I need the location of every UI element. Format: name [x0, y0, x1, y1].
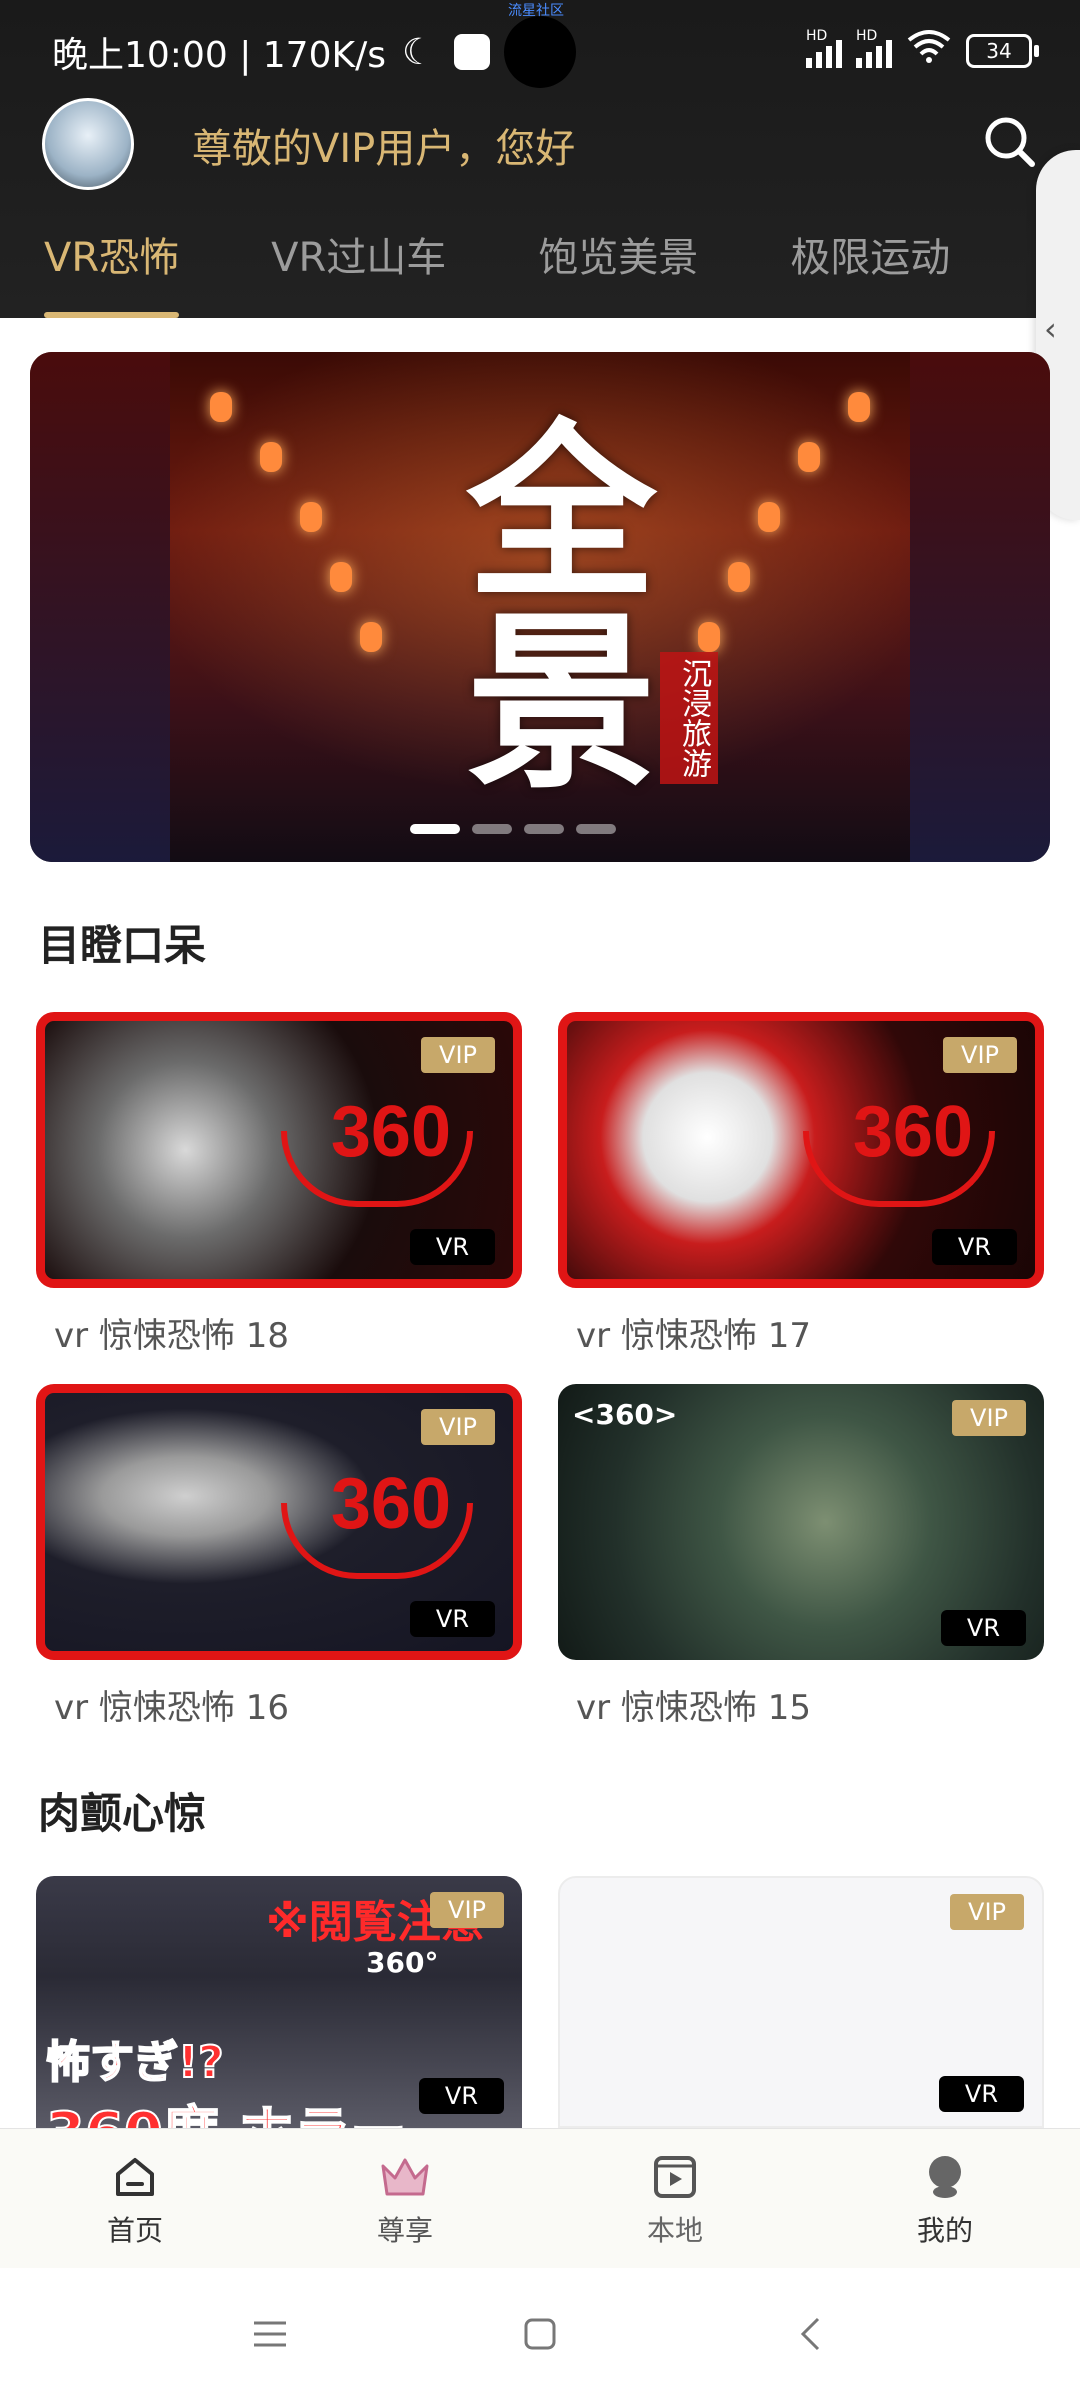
vip-badge: VIP: [952, 1400, 1026, 1436]
banner-title: 全景: [434, 412, 657, 792]
greeting-text: 尊敬的VIP用户，您好: [192, 126, 576, 172]
bottom-navigation: 首页 尊享 本地 我的: [0, 2128, 1080, 2269]
vr-badge: VR: [409, 1601, 495, 1637]
banner-stamp: 沉浸旅游: [660, 652, 718, 784]
nav-label: 首页: [106, 2214, 163, 2247]
lantern-decoration: [798, 442, 820, 472]
section-title: 肉颤心惊: [38, 1789, 207, 1838]
banner-carousel[interactable]: 全景 沉浸旅游: [30, 352, 1050, 862]
menu-icon[interactable]: [240, 2304, 300, 2364]
tab-scenery[interactable]: 饱览美景: [538, 222, 698, 318]
nav-local[interactable]: 本地: [540, 2129, 810, 2269]
thumbnail-text: 360度 ホラー: [45, 2088, 407, 2128]
status-bar: 晚上10:00 | 170K/s ☾ 流星社区 HD HD 34: [0, 0, 1080, 92]
360-label: 360°: [366, 1946, 439, 1979]
category-tabs: VR恐怖 VR过山车 饱览美景 极限运动: [0, 222, 1080, 318]
section-title: 目瞪口呆: [38, 921, 207, 970]
nav-profile[interactable]: 我的: [810, 2129, 1080, 2269]
avatar[interactable]: [42, 98, 134, 190]
video-title[interactable]: vr 惊悚恐怖 17: [576, 1308, 811, 1357]
nav-label: 尊享: [376, 2214, 433, 2247]
lantern-decoration: [758, 502, 780, 532]
lantern-decoration: [698, 622, 720, 652]
vip-badge: VIP: [950, 1894, 1024, 1930]
header-row: 尊敬的VIP用户，您好: [0, 92, 1080, 192]
nav-exclusive[interactable]: 尊享: [270, 2129, 540, 2269]
status-time: 晚上10:00 | 170K/s: [52, 35, 386, 76]
lantern-decoration: [728, 562, 750, 592]
video-title[interactable]: vr 惊悚恐怖 15: [576, 1680, 811, 1729]
video-title[interactable]: vr 惊悚恐怖 16: [54, 1680, 289, 1729]
system-navigation-bar: [0, 2268, 1080, 2400]
carousel-dot[interactable]: [410, 824, 460, 834]
baidu-cloud-icon: [454, 34, 491, 70]
vip-badge: VIP: [430, 1892, 504, 1928]
lantern-decoration: [848, 392, 870, 422]
tab-vr-rollercoaster[interactable]: VR过山车: [271, 222, 446, 318]
tab-extreme-sports[interactable]: 极限运动: [790, 222, 950, 318]
carousel-dot[interactable]: [576, 824, 616, 834]
status-right: HD HD 34: [806, 28, 1039, 73]
battery-icon: 34: [966, 33, 1039, 68]
vr-badge: VR: [418, 2078, 504, 2114]
360-arrow-icon: [281, 1503, 473, 1579]
moon-icon: ☾: [401, 31, 435, 73]
video-card[interactable]: VIP VR: [558, 1876, 1044, 2128]
video-title[interactable]: vr 惊悚恐怖 18: [54, 1308, 289, 1357]
banner-pillar: [30, 352, 170, 862]
carousel-indicator: [410, 824, 616, 834]
vr-badge: VR: [409, 1229, 495, 1265]
nav-label: 本地: [646, 2214, 703, 2247]
vr-badge: VR: [938, 2076, 1024, 2112]
video-card[interactable]: 360 VIP VR: [558, 1012, 1044, 1288]
360-label: <360>: [572, 1398, 678, 1431]
lantern-decoration: [210, 392, 232, 422]
tab-vr-horror[interactable]: VR恐怖: [44, 222, 180, 318]
signal-icon: HD: [856, 28, 892, 68]
lantern-decoration: [360, 622, 382, 652]
wifi-icon: [906, 28, 952, 73]
local-video-icon: [647, 2149, 703, 2205]
vip-badge: VIP: [421, 1037, 495, 1073]
lantern-decoration: [260, 442, 282, 472]
top-header: 晚上10:00 | 170K/s ☾ 流星社区 HD HD 34 尊敬的VIP用…: [0, 0, 1080, 318]
360-arrow-icon: [281, 1131, 473, 1207]
search-icon[interactable]: [980, 112, 1040, 172]
carousel-dot[interactable]: [472, 824, 512, 834]
vr-badge: VR: [940, 1610, 1026, 1646]
nav-label: 我的: [916, 2214, 973, 2247]
chevron-left-icon: ‹: [1044, 310, 1057, 348]
video-card[interactable]: 360 VIP VR: [36, 1012, 522, 1288]
360-arrow-icon: [803, 1131, 995, 1207]
home-icon: [107, 2149, 163, 2205]
home-square-icon[interactable]: [510, 2304, 570, 2364]
lantern-decoration: [330, 562, 352, 592]
community-tag: 流星社区: [508, 3, 564, 19]
camera-cutout: [504, 16, 576, 88]
thumbnail-text: 怖すぎ!?: [45, 2036, 225, 2089]
video-card[interactable]: <360> VIP VR: [558, 1384, 1044, 1660]
lantern-decoration: [300, 502, 322, 532]
video-card[interactable]: 360 VIP VR: [36, 1384, 522, 1660]
banner-pillar: [910, 352, 1050, 862]
vr-badge: VR: [931, 1229, 1017, 1265]
status-left: 晚上10:00 | 170K/s ☾: [52, 26, 547, 78]
signal-icon: HD: [806, 28, 842, 68]
nav-home[interactable]: 首页: [0, 2129, 270, 2269]
carousel-dot[interactable]: [524, 824, 564, 834]
vip-badge: VIP: [943, 1037, 1017, 1073]
profile-icon: [917, 2149, 973, 2205]
vip-badge: VIP: [421, 1409, 495, 1445]
video-card[interactable]: ※閲覧注意 360° 怖すぎ!? 360度 ホラー VIP VR: [36, 1876, 522, 2128]
crown-icon: [377, 2149, 433, 2205]
back-icon[interactable]: [780, 2304, 840, 2364]
